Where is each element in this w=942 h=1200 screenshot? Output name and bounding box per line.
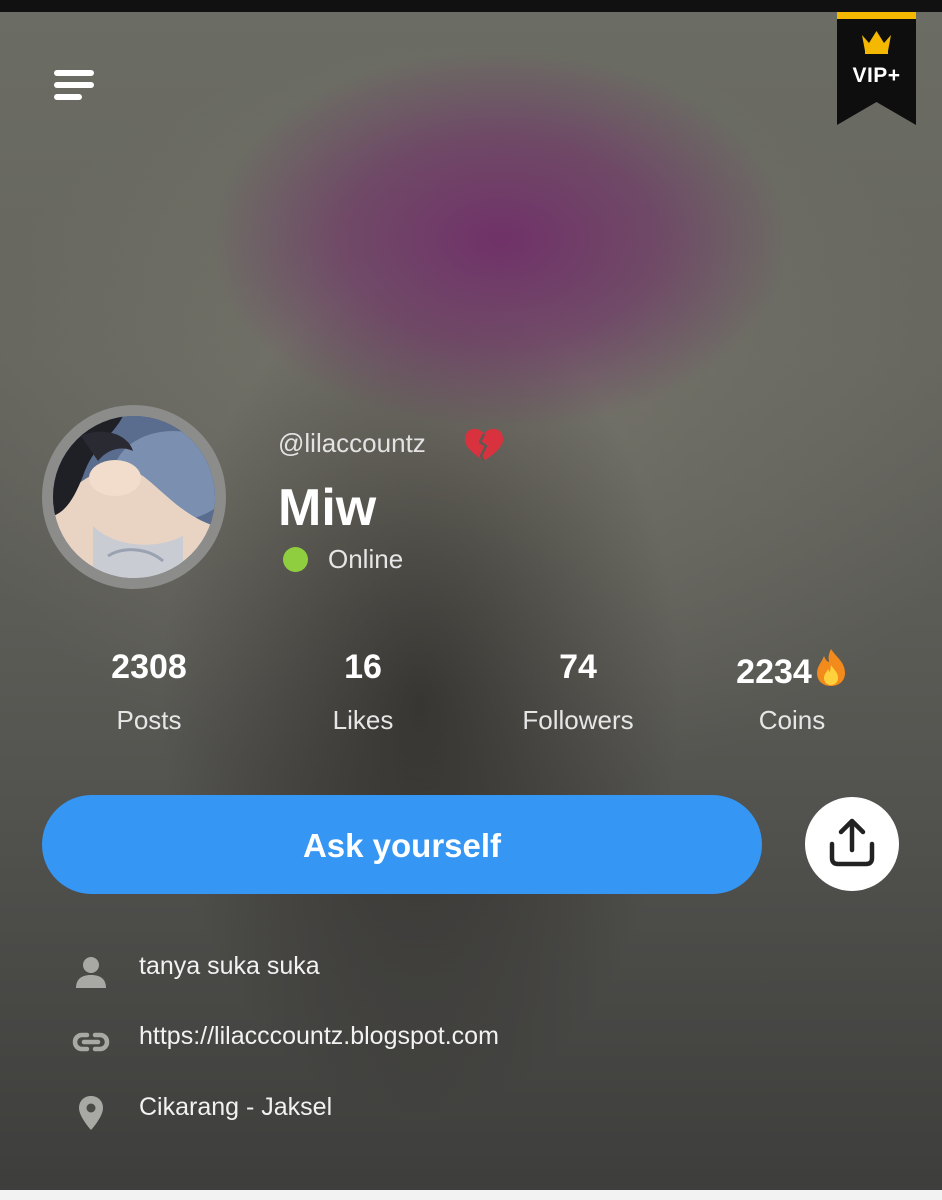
stat-value: 2234 — [736, 653, 812, 691]
stat-label: Followers — [522, 705, 634, 735]
website-link[interactable]: https://lilacccountz.blogspot.com — [139, 1022, 499, 1051]
location-text: Cikarang - Jaksel — [139, 1093, 333, 1121]
person-icon — [76, 957, 106, 988]
share-button[interactable] — [805, 797, 899, 891]
stat-likes[interactable]: 16 Likes — [263, 647, 463, 736]
display-name: Miw — [278, 479, 377, 537]
stat-value: 74 — [559, 648, 597, 686]
vip-badge[interactable]: VIP+ — [837, 12, 916, 125]
link-icon — [72, 1032, 110, 1052]
profile-screen: VIP+ @lilaccountz Miw Online 2308 Posts … — [0, 0, 942, 1200]
bio-text: tanya suka suka — [139, 952, 320, 980]
menu-icon[interactable] — [48, 62, 100, 108]
stat-followers[interactable]: 74 Followers — [478, 647, 678, 736]
stat-label: Likes — [332, 705, 394, 735]
stat-value: 2308 — [111, 648, 187, 686]
status-bar-edge — [0, 0, 942, 12]
stat-label: Posts — [116, 705, 182, 735]
stat-coins[interactable]: 2234 Coins — [692, 647, 892, 736]
stat-label: Coins — [758, 705, 826, 735]
location-pin-icon — [79, 1096, 103, 1130]
stat-value-row: 2234 — [692, 647, 892, 691]
bottom-edge — [0, 1190, 942, 1200]
avatar[interactable] — [42, 405, 226, 589]
stat-value: 16 — [344, 648, 382, 686]
share-icon — [829, 818, 875, 867]
fire-icon — [816, 649, 845, 686]
online-indicator-icon — [283, 547, 308, 572]
crown-icon — [862, 31, 891, 54]
ask-yourself-button[interactable]: Ask yourself — [42, 795, 762, 894]
broken-heart-icon — [464, 428, 504, 462]
username: @lilaccountz — [278, 428, 426, 458]
vip-label: VIP+ — [852, 64, 901, 87]
stat-posts[interactable]: 2308 Posts — [49, 647, 249, 736]
avatar-image — [53, 416, 215, 578]
online-status: Online — [328, 544, 404, 574]
